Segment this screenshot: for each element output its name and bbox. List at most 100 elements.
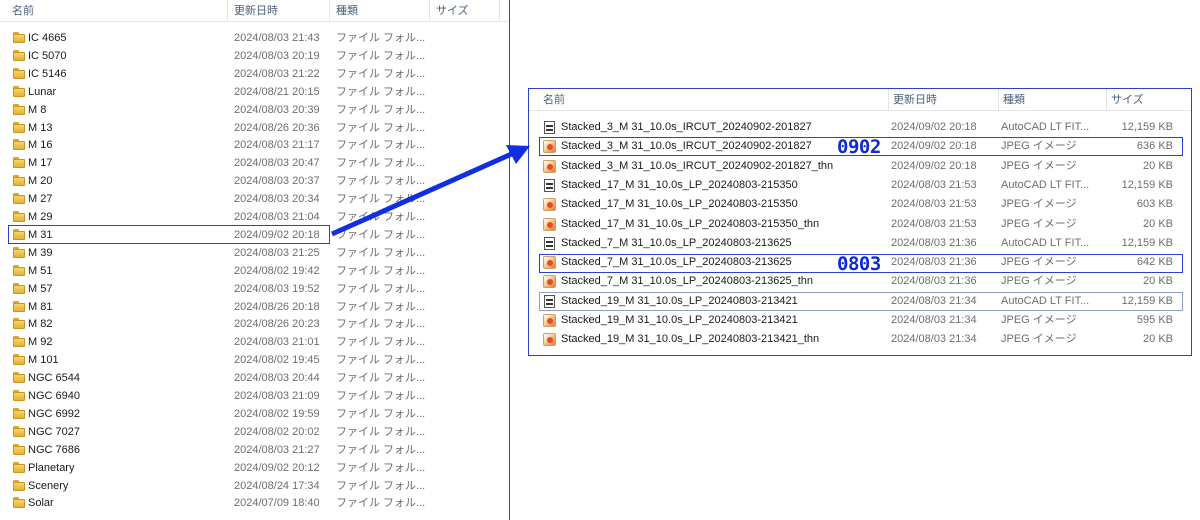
right-header-date[interactable]: 更新日時: [889, 89, 999, 111]
folder-row[interactable]: M 51 2024/08/02 19:42 ファイル フォル...: [0, 262, 505, 280]
file-size: 20 KB: [1143, 275, 1173, 288]
folder-icon: [13, 390, 25, 401]
right-file-list-pane: 名前 更新日時 種類 サイズ Stacked_3_M 31_10.0s_IRCU…: [528, 88, 1192, 356]
folder-modified-date: 2024/08/03 21:17: [234, 139, 320, 152]
folder-row[interactable]: M 17 2024/08/03 20:47 ファイル フォル...: [0, 154, 505, 172]
file-type: AutoCAD LT FIT...: [1001, 236, 1090, 249]
file-modified-date: 2024/08/03 21:34: [891, 314, 977, 326]
folder-modified-date: 2024/08/03 21:09: [234, 390, 320, 402]
folder-row[interactable]: M 39 2024/08/03 21:25 ファイル フォル...: [0, 244, 505, 262]
folder-name: Planetary: [28, 461, 75, 474]
folder-modified-date: 2024/08/03 21:22: [234, 67, 320, 80]
folder-row[interactable]: M 81 2024/08/26 20:18 ファイル フォル...: [0, 298, 505, 316]
folder-name: NGC 7027: [28, 425, 80, 438]
folder-type: ファイル フォル...: [336, 479, 426, 492]
file-name: Stacked_19_M 31_10.0s_LP_20240803-213421: [561, 314, 798, 326]
folder-name: Scenery: [28, 479, 69, 492]
right-header-type[interactable]: 種類: [999, 89, 1107, 111]
folder-icon: [13, 175, 25, 187]
folder-row[interactable]: Scenery 2024/08/24 17:34 ファイル フォル...: [0, 477, 505, 495]
folder-row[interactable]: NGC 7686 2024/08/03 21:27 ファイル フォル...: [0, 441, 505, 459]
folder-type: ファイル フォル...: [336, 228, 426, 241]
folder-type: ファイル フォル...: [336, 461, 426, 474]
file-row[interactable]: Stacked_7_M 31_10.0s_LP_20240803-213625 2…: [529, 234, 1189, 253]
right-header-name[interactable]: 名前: [539, 89, 889, 111]
folder-type: ファイル フォル...: [336, 407, 426, 420]
folder-modified-date: 2024/08/03 21:04: [234, 211, 320, 223]
folder-modified-date: 2024/08/03 21:01: [234, 336, 320, 349]
file-row[interactable]: Stacked_19_M 31_10.0s_LP_20240803-213421…: [529, 330, 1189, 349]
jpeg-image-icon: [543, 159, 556, 173]
file-type: JPEG イメージ: [1001, 217, 1077, 230]
folder-row[interactable]: Lunar 2024/08/21 20:15 ファイル フォル...: [0, 83, 505, 101]
folder-type: ファイル フォル...: [336, 282, 426, 295]
file-row[interactable]: Stacked_17_M 31_10.0s_LP_20240803-215350…: [529, 215, 1189, 234]
folder-row[interactable]: IC 5146 2024/08/03 21:22 ファイル フォル...: [0, 65, 505, 83]
folder-icon: [13, 443, 25, 455]
folder-icon: [13, 246, 25, 258]
right-header-size[interactable]: サイズ: [1107, 89, 1189, 111]
folder-row[interactable]: NGC 7027 2024/08/02 20:02 ファイル フォル...: [0, 423, 505, 441]
file-row[interactable]: Stacked_19_M 31_10.0s_LP_20240803-213421…: [529, 311, 1189, 330]
folder-name: M 8: [28, 103, 47, 116]
folder-type: ファイル フォル...: [336, 67, 426, 80]
left-header-name[interactable]: 名前: [8, 0, 228, 22]
folder-row[interactable]: M 92 2024/08/03 21:01 ファイル フォル...: [0, 333, 505, 351]
folder-name: Lunar: [28, 85, 57, 98]
folder-row[interactable]: M 57 2024/08/03 19:52 ファイル フォル...: [0, 280, 505, 298]
folder-icon: [13, 85, 25, 97]
folder-row[interactable]: M 82 2024/08/26 20:23 ファイル フォル...: [0, 315, 505, 333]
right-column-header: 名前 更新日時 種類 サイズ: [529, 89, 1191, 111]
file-name: Stacked_3_M 31_10.0s_IRCUT_20240902-2018…: [561, 159, 834, 172]
folder-icon: [13, 139, 25, 151]
folder-row[interactable]: M 101 2024/08/02 19:45 ファイル フォル...: [0, 351, 505, 369]
folder-row[interactable]: M 20 2024/08/03 20:37 ファイル フォル...: [0, 172, 505, 190]
folder-row[interactable]: IC 4665 2024/08/03 21:43 ファイル フォル...: [0, 29, 505, 47]
left-header-type[interactable]: 種類: [332, 0, 430, 22]
selected-folder-highlight: [8, 225, 330, 244]
folder-modified-date: 2024/08/03 20:39: [234, 103, 320, 116]
folder-modified-date: 2024/08/03 20:47: [234, 157, 320, 170]
folder-type: ファイル フォル...: [336, 390, 426, 402]
folder-row[interactable]: M 16 2024/08/03 21:17 ファイル フォル...: [0, 136, 505, 154]
folder-type: ファイル フォル...: [336, 300, 426, 313]
folder-name: IC 4665: [28, 32, 67, 44]
file-type: JPEG イメージ: [1001, 275, 1077, 288]
folder-row[interactable]: M 13 2024/08/26 20:36 ファイル フォル...: [0, 119, 505, 137]
folder-row[interactable]: NGC 6544 2024/08/03 20:44 ファイル フォル...: [0, 369, 505, 387]
folder-type: ファイル フォル...: [336, 85, 426, 98]
file-type: JPEG イメージ: [1001, 333, 1077, 346]
file-modified-date: 2024/09/02 20:18: [891, 121, 977, 133]
file-row[interactable]: Stacked_7_M 31_10.0s_LP_20240803-213625_…: [529, 272, 1189, 291]
folder-modified-date: 2024/08/26 20:23: [234, 318, 320, 331]
folder-row[interactable]: Planetary 2024/09/02 20:12 ファイル フォル...: [0, 459, 505, 477]
folder-modified-date: 2024/08/03 20:19: [234, 49, 320, 62]
folder-modified-date: 2024/08/03 21:43: [234, 32, 320, 44]
folder-icon: [13, 372, 25, 384]
folder-row[interactable]: NGC 6992 2024/08/02 19:59 ファイル フォル...: [0, 405, 505, 423]
file-row[interactable]: Stacked_3_M 31_10.0s_IRCUT_20240902-2018…: [529, 157, 1189, 176]
folder-row[interactable]: Solar 2024/07/09 18:40 ファイル フォル...: [0, 494, 505, 512]
folder-row[interactable]: M 29 2024/08/03 21:04 ファイル フォル...: [0, 208, 505, 226]
file-name: Stacked_17_M 31_10.0s_LP_20240803-215350: [561, 198, 798, 211]
file-type: JPEG イメージ: [1001, 159, 1077, 172]
file-row[interactable]: Stacked_17_M 31_10.0s_LP_20240803-215350…: [529, 176, 1189, 195]
folder-row[interactable]: NGC 6940 2024/08/03 21:09 ファイル フォル...: [0, 387, 505, 405]
folder-icon: [13, 425, 25, 437]
folder-modified-date: 2024/08/03 19:52: [234, 282, 320, 295]
folder-row[interactable]: M 27 2024/08/03 20:34 ファイル フォル...: [0, 190, 505, 208]
folder-name: M 101: [28, 354, 59, 367]
folder-icon: [13, 354, 25, 366]
file-row[interactable]: Stacked_3_M 31_10.0s_IRCUT_20240902-2018…: [529, 118, 1189, 137]
left-header-date[interactable]: 更新日時: [230, 0, 330, 22]
folder-icon: [13, 264, 25, 276]
folder-type: ファイル フォル...: [336, 372, 426, 385]
file-size: 595 KB: [1136, 314, 1173, 326]
left-header-size[interactable]: サイズ: [432, 0, 500, 22]
file-type: JPEG イメージ: [1001, 198, 1077, 211]
file-row[interactable]: Stacked_17_M 31_10.0s_LP_20240803-215350…: [529, 195, 1189, 214]
folder-row[interactable]: M 8 2024/08/03 20:39 ファイル フォル...: [0, 101, 505, 119]
folder-name: M 29: [28, 211, 53, 223]
folder-modified-date: 2024/08/03 20:34: [234, 193, 320, 206]
folder-row[interactable]: IC 5070 2024/08/03 20:19 ファイル フォル...: [0, 47, 505, 65]
